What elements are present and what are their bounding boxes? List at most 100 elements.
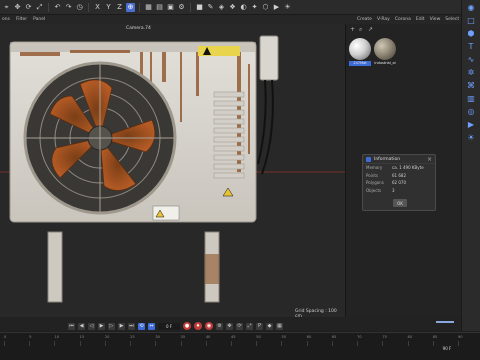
info-row: Objects 3	[363, 187, 435, 195]
menu-item-panel[interactable]: Panel	[33, 17, 45, 22]
arrow-icon[interactable]: ↗	[368, 27, 374, 33]
ruler-tick-label: 90	[458, 335, 463, 339]
globe-icon[interactable]: ◎	[466, 107, 476, 117]
ruler-tick-label: 10	[54, 335, 60, 339]
prev-key-icon[interactable]: ◀	[78, 322, 85, 330]
move-icon[interactable]: ✥	[13, 3, 22, 12]
go-start-icon[interactable]: ⏮	[68, 322, 75, 330]
menu-item-corona[interactable]: Corona	[395, 17, 411, 22]
point-key-icon[interactable]: ◆	[266, 322, 273, 330]
junction-box	[259, 35, 279, 81]
ruler-tick-label: 50	[256, 335, 261, 339]
menu-item-edit[interactable]: Edit	[416, 17, 425, 22]
record-icon[interactable]: ●	[183, 322, 191, 330]
info-value: 62 070	[392, 180, 406, 186]
subdivision-icon[interactable]: ◈	[217, 3, 226, 12]
end-frame-field[interactable]: 90 F	[436, 345, 458, 352]
keyframe-icon[interactable]: ◉	[205, 322, 213, 330]
key-settings-icon[interactable]: ⚙	[216, 322, 223, 330]
timeline-ruler[interactable]: 0 5 10 15 20 25 30 35 40 45 50 55 60 65 70 75 80 85 90 90 F	[0, 332, 480, 360]
deformer-icon[interactable]: ◐	[239, 3, 248, 12]
move-key-icon[interactable]: ✥	[226, 322, 233, 330]
cloner-icon[interactable]: ✲	[466, 68, 476, 78]
coordinate-icon[interactable]: ⊕	[126, 2, 135, 12]
prev-frame-icon[interactable]: ◁	[88, 322, 95, 330]
info-key: Memory	[366, 165, 383, 171]
pen-icon[interactable]: ✎	[206, 3, 215, 12]
scale-key-icon[interactable]: ⤢	[246, 322, 253, 330]
render-view-icon[interactable]: ▤	[155, 3, 164, 12]
ruler-tick-label: 45	[231, 335, 236, 339]
material-swatch-1[interactable]	[349, 38, 371, 60]
app-icon	[366, 156, 371, 162]
next-key-icon[interactable]: ▶	[118, 322, 125, 330]
viewport[interactable]: Camera.74 Grid Spacing : 100 cm	[0, 24, 345, 317]
render-settings-icon[interactable]: ◉	[466, 3, 476, 13]
square-icon[interactable]: □	[466, 16, 476, 26]
ruler-tick-line	[54, 341, 56, 346]
ok-button[interactable]: OK	[393, 199, 407, 207]
ruler-tick-label: 30	[155, 335, 160, 339]
menu-item-create[interactable]: Create	[357, 17, 372, 22]
ruler-tick-line	[281, 341, 283, 346]
info-row: Memory ca. 1 490 KByte	[363, 164, 435, 172]
menu-item-view[interactable]: View	[430, 17, 441, 22]
render-icon[interactable]: ▣	[166, 3, 175, 12]
edit-render-icon[interactable]: ⚙	[177, 3, 186, 12]
tag-icon[interactable]: ⌘	[466, 81, 476, 91]
cube-icon[interactable]: ⬢	[466, 29, 476, 39]
menu-item-options[interactable]: ons	[2, 17, 10, 22]
light-bulb-icon[interactable]: ☀	[466, 133, 476, 143]
grid-key-icon[interactable]: ▦	[276, 322, 283, 330]
param-key-icon[interactable]: P	[256, 322, 263, 330]
autokey-icon[interactable]: ⏺	[194, 322, 202, 330]
scale-icon[interactable]: ⤢	[35, 3, 44, 12]
camera-icon[interactable]: ▶	[272, 3, 281, 12]
axis-z-icon[interactable]: Z	[115, 3, 124, 12]
video-camera-icon[interactable]: ▶	[466, 120, 476, 130]
ruler-tick-line	[306, 341, 308, 346]
effector-icon[interactable]: ✦	[250, 3, 259, 12]
next-frame-icon[interactable]: ▷	[108, 322, 115, 330]
history-icon[interactable]: ◷	[75, 3, 84, 12]
pick-icon[interactable]: ⌕	[359, 27, 365, 33]
text-icon[interactable]: T	[466, 42, 476, 52]
cube-icon[interactable]: ■	[195, 3, 204, 12]
material-label-1[interactable]: 247Mat	[349, 61, 371, 66]
info-key: Polygons	[366, 180, 384, 186]
add-material-icon[interactable]: +	[350, 27, 356, 33]
go-end-icon[interactable]: ⏭	[128, 322, 135, 330]
ruler-tick-label: 80	[407, 335, 413, 339]
current-frame-field[interactable]: 0 F	[158, 322, 180, 330]
redo-icon[interactable]: ↷	[64, 3, 73, 12]
dialog-title-bar: Information	[363, 155, 435, 164]
separator	[190, 2, 191, 12]
range-icon[interactable]: ⇔	[148, 322, 155, 330]
axis-y-icon[interactable]: Y	[104, 3, 113, 12]
info-row: Points 61 682	[363, 172, 435, 180]
close-icon[interactable]: ×	[427, 156, 432, 163]
scene-icon[interactable]: ⬡	[261, 3, 270, 12]
undo-icon[interactable]: ↶	[53, 3, 62, 12]
play-icon[interactable]: ▶	[98, 322, 105, 330]
render-region-icon[interactable]: ▦	[144, 3, 153, 12]
ruler-tick-label: 40	[205, 335, 211, 339]
ruler-tick-line	[231, 341, 232, 346]
loop-icon[interactable]: ⟲	[138, 322, 145, 330]
menu-item-filter[interactable]: Filter	[16, 17, 27, 22]
select-icon[interactable]: ⌖	[2, 3, 11, 12]
volume-icon[interactable]: ▥	[466, 94, 476, 104]
light-icon[interactable]: ☀	[283, 3, 292, 12]
axis-x-icon[interactable]: X	[93, 3, 102, 12]
menu-item-select[interactable]: Select	[445, 17, 459, 22]
side-toolbar: ◉ □ ⬢ T ∿ ✲ ⌘ ▥ ◎ ▶ ☀	[461, 0, 480, 331]
instance-icon[interactable]: ❖	[228, 3, 237, 12]
ruler-tick-line	[104, 341, 106, 346]
material-swatch-2[interactable]	[374, 38, 396, 60]
menu-item-vray[interactable]: V-Ray	[377, 17, 390, 22]
spline-icon[interactable]: ∿	[466, 55, 476, 65]
rotate-icon[interactable]: ⟳	[24, 3, 33, 12]
material-label-2[interactable]: industrial_ai	[374, 61, 396, 66]
ruler-tick-line	[458, 341, 459, 346]
rotate-key-icon[interactable]: ⟳	[236, 322, 243, 330]
